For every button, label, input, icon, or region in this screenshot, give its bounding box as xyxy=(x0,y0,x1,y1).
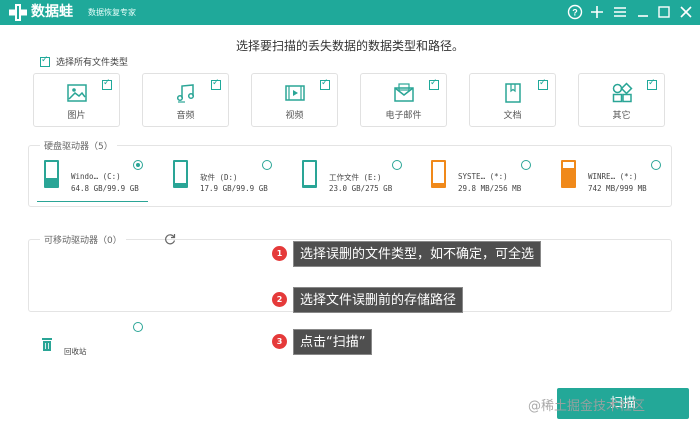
drive-size: 64.8 GB/99.9 GB xyxy=(71,184,139,193)
app-logo-icon xyxy=(9,4,27,21)
checkbox-checked-icon[interactable] xyxy=(102,78,112,90)
title-bar: 数据蛙 数据恢复专家 ? xyxy=(0,0,700,25)
music-icon xyxy=(176,84,194,103)
scan-button[interactable]: 扫描 xyxy=(557,388,689,419)
app-subtitle: 数据恢复专家 xyxy=(88,8,136,17)
drive-icon xyxy=(431,160,446,188)
drive-item[interactable]: Windo… (C:) 64.8 GB/99.9 GB xyxy=(44,160,164,198)
drive-name: 工作文件 (E:) xyxy=(329,173,382,182)
document-icon xyxy=(504,83,521,103)
drive-icon xyxy=(561,160,576,188)
select-all-label: 选择所有文件类型 xyxy=(56,58,129,68)
drive-icon xyxy=(302,160,317,188)
drive-radio[interactable] xyxy=(392,160,402,170)
file-type-label: 其它 xyxy=(612,111,631,121)
maximize-icon[interactable] xyxy=(656,4,672,20)
image-icon xyxy=(66,84,87,102)
svg-text:?: ? xyxy=(572,8,578,18)
file-type-video[interactable]: 视频 xyxy=(251,73,338,127)
file-type-document[interactable]: 文档 xyxy=(469,73,556,127)
app-name: 数据蛙 xyxy=(31,4,73,20)
callout-text: 点击“扫描” xyxy=(293,329,373,355)
drive-name: WINRE… (*:) xyxy=(588,172,638,181)
drive-icon xyxy=(44,160,59,188)
checkbox-checked-icon[interactable] xyxy=(211,78,221,90)
drive-radio[interactable] xyxy=(262,160,272,170)
drive-item[interactable]: 工作文件 (E:) 23.0 GB/275 GB xyxy=(302,160,422,198)
callout-badge: 1 xyxy=(272,246,287,261)
drive-name: SYSTE… (*:) xyxy=(458,172,508,181)
selected-drive-underline xyxy=(37,201,148,202)
callout-text: 选择文件误删前的存储路径 xyxy=(293,287,464,313)
drive-item[interactable]: SYSTE… (*:) 29.8 MB/256 MB xyxy=(431,160,551,198)
hard-drive-section-title: 硬盘驱动器（5） xyxy=(40,139,117,152)
file-type-label: 文档 xyxy=(503,111,522,121)
drive-size: 17.9 GB/99.9 GB xyxy=(200,184,268,193)
file-type-other[interactable]: 其它 xyxy=(578,73,665,127)
help-circle-icon[interactable]: ? xyxy=(567,4,583,20)
plus-icon[interactable] xyxy=(589,4,605,20)
file-type-label: 图片 xyxy=(67,111,86,121)
page-prompt: 选择要扫描的丢失数据的数据类型和路径。 xyxy=(235,39,464,53)
callout-badge: 3 xyxy=(272,334,287,349)
refresh-icon[interactable] xyxy=(164,233,176,245)
drive-name: 软件 (D:) xyxy=(200,173,238,182)
drive-size: 742 MB/999 MB xyxy=(588,184,647,193)
drive-radio[interactable] xyxy=(651,160,661,170)
drive-name: Windo… (C:) xyxy=(71,172,121,181)
drive-icon xyxy=(173,160,188,188)
drive-radio-selected[interactable] xyxy=(133,160,143,170)
drive-size: 29.8 MB/256 MB xyxy=(458,184,522,193)
checkbox-checked-icon[interactable] xyxy=(429,78,439,90)
recycle-bin-radio[interactable] xyxy=(133,322,143,332)
email-icon xyxy=(393,83,414,102)
minimize-icon[interactable] xyxy=(635,4,651,20)
checkbox-checked-icon[interactable] xyxy=(647,78,657,90)
callout-text: 选择误删的文件类型，如不确定，可全选 xyxy=(293,241,542,267)
file-type-image[interactable]: 图片 xyxy=(33,73,120,127)
drive-item[interactable]: WINRE… (*:) 742 MB/999 MB xyxy=(561,160,681,198)
removable-drive-section-title: 可移动驱动器（0） xyxy=(40,233,126,246)
checkbox-checked-icon[interactable] xyxy=(40,55,50,67)
drive-size: 23.0 GB/275 GB xyxy=(329,184,393,193)
select-all-checkbox[interactable]: 选择所有文件类型 xyxy=(40,55,128,68)
close-icon[interactable] xyxy=(678,4,694,20)
other-icon xyxy=(612,82,633,103)
file-type-label: 电子邮件 xyxy=(385,111,422,121)
checkbox-checked-icon[interactable] xyxy=(538,78,548,90)
file-type-label: 视频 xyxy=(285,111,304,121)
callout-badge: 2 xyxy=(272,292,287,307)
menu-icon[interactable] xyxy=(612,4,628,20)
recycle-bin-label: 回收站 xyxy=(64,347,87,356)
video-icon xyxy=(284,85,305,101)
file-type-audio[interactable]: 音频 xyxy=(142,73,229,127)
checkbox-checked-icon[interactable] xyxy=(320,78,330,90)
trash-icon[interactable] xyxy=(42,338,52,351)
drive-item[interactable]: 软件 (D:) 17.9 GB/99.9 GB xyxy=(173,160,293,198)
file-type-email[interactable]: 电子邮件 xyxy=(360,73,447,127)
drive-radio[interactable] xyxy=(521,160,531,170)
file-type-label: 音频 xyxy=(176,111,195,121)
